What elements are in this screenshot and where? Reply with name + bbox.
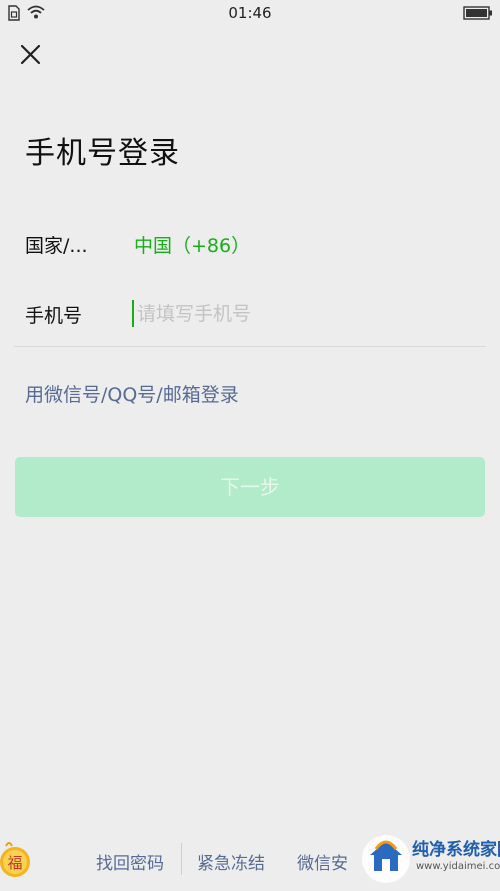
find-password-link[interactable]: 找回密码 [96, 849, 164, 874]
emergency-freeze-link[interactable]: 紧急冻结 [197, 849, 265, 874]
fu-badge-text: 福 [7, 854, 22, 872]
country-label: 国家/... [25, 235, 88, 257]
country-value[interactable]: 中国（+86） [134, 231, 250, 258]
text-caret [132, 300, 134, 327]
status-time: 01:46 [228, 4, 272, 22]
security-center-link[interactable]: 微信安 [297, 849, 348, 874]
divider [14, 346, 486, 347]
watermark-url: www.yidaimei.com [416, 861, 500, 872]
page-title: 手机号登录 [25, 136, 180, 171]
fu-badge-icon[interactable]: 福 [0, 838, 34, 878]
close-button[interactable] [14, 38, 48, 72]
footer-separator [181, 843, 182, 875]
watermark: 纯净系统家园 www.yidaimei.com [360, 829, 500, 889]
battery-icon [463, 6, 492, 20]
phone-label: 手机号 [25, 305, 83, 327]
watermark-text: 纯净系统家园 [412, 840, 500, 860]
phone-input[interactable] [132, 297, 467, 331]
alt-login-link[interactable]: 用微信号/QQ号/邮箱登录 [25, 380, 239, 407]
phone-input-wrap [132, 297, 472, 331]
status-bar: 01:46 [0, 0, 500, 28]
close-icon [20, 44, 41, 65]
next-button[interactable]: 下一步 [15, 457, 485, 517]
watermark-logo-icon [362, 835, 410, 883]
